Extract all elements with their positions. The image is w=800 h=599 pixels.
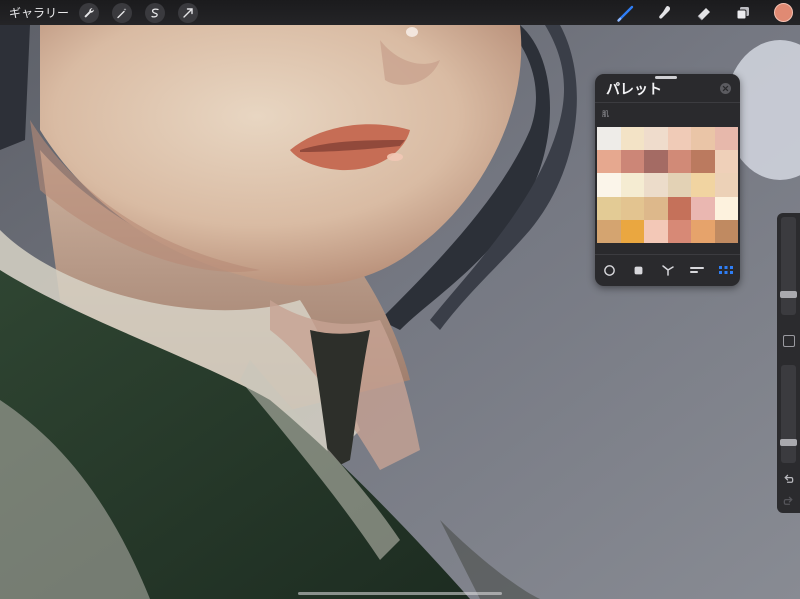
gallery-button[interactable]: ギャラリー — [9, 4, 69, 21]
undo-button[interactable] — [782, 473, 795, 486]
color-button[interactable] — [774, 3, 793, 22]
color-swatch[interactable] — [691, 196, 715, 220]
color-swatch[interactable] — [644, 127, 668, 151]
redo-button[interactable] — [782, 495, 795, 508]
color-swatch[interactable] — [597, 173, 621, 197]
close-icon — [722, 85, 729, 92]
color-swatch[interactable] — [620, 196, 644, 220]
swatch-grid — [597, 127, 738, 243]
color-swatch[interactable] — [667, 219, 691, 243]
color-swatch[interactable] — [667, 196, 691, 220]
disc-mode-tab[interactable] — [600, 260, 620, 280]
adjustments-button[interactable] — [112, 2, 133, 23]
transform-button[interactable] — [178, 2, 199, 23]
color-swatch[interactable] — [691, 150, 715, 174]
transform-arrow-icon — [183, 7, 193, 18]
layers-icon — [736, 6, 749, 19]
redo-icon — [783, 496, 793, 505]
layers-button[interactable] — [733, 3, 753, 23]
harmony-mode-icon — [661, 265, 674, 276]
color-swatch[interactable] — [714, 196, 738, 220]
color-mode-tabs — [595, 260, 740, 280]
color-swatch[interactable] — [644, 173, 668, 197]
color-swatch[interactable] — [620, 219, 644, 243]
palette-name: 肌 — [602, 110, 609, 118]
tool-group — [597, 0, 800, 25]
disc-mode-icon — [604, 264, 615, 276]
top-toolbar: ギャラリー — [0, 0, 800, 25]
selection-button[interactable] — [145, 2, 166, 23]
classic-mode-icon — [634, 266, 643, 274]
brush-opacity-thumb[interactable] — [780, 439, 797, 446]
color-swatch[interactable] — [691, 127, 715, 151]
value-mode-icon — [689, 267, 704, 273]
value-mode-tab[interactable] — [687, 260, 707, 280]
color-swatch[interactable] — [620, 150, 644, 174]
color-swatch[interactable] — [644, 196, 668, 220]
color-swatch[interactable] — [644, 150, 668, 174]
color-swatch[interactable] — [597, 127, 621, 151]
palettes-tab[interactable] — [716, 260, 736, 280]
palette-panel: パレット 肌 — [595, 74, 740, 286]
brush-icon — [617, 5, 634, 22]
paint-tool-button[interactable] — [616, 3, 636, 23]
color-swatch[interactable] — [691, 219, 715, 243]
color-swatch[interactable] — [597, 196, 621, 220]
color-swatch[interactable] — [620, 173, 644, 197]
divider — [595, 254, 740, 255]
magic-wand-icon — [117, 7, 127, 18]
color-swatch[interactable] — [691, 173, 715, 197]
home-indicator — [298, 592, 502, 595]
eraser-tool-button[interactable] — [694, 3, 714, 23]
color-swatch[interactable] — [644, 219, 668, 243]
color-swatch[interactable] — [714, 219, 738, 243]
classic-mode-tab[interactable] — [629, 260, 649, 280]
harmony-mode-tab[interactable] — [658, 260, 678, 280]
brush-size-thumb[interactable] — [780, 291, 797, 298]
brush-size-slider[interactable] — [780, 217, 797, 315]
undo-icon — [784, 474, 794, 483]
color-swatch[interactable] — [597, 150, 621, 174]
smudge-tool-button[interactable] — [655, 3, 675, 23]
modify-button[interactable] — [783, 335, 795, 347]
selection-icon — [151, 8, 159, 18]
side-toolbar — [777, 213, 800, 513]
color-swatch[interactable] — [620, 127, 644, 151]
color-swatch[interactable] — [667, 127, 691, 151]
actions-button[interactable] — [79, 2, 100, 23]
brush-opacity-slider[interactable] — [780, 365, 797, 463]
smudge-icon — [659, 5, 671, 19]
palette-grid-icon — [718, 266, 733, 274]
wrench-icon — [84, 7, 94, 18]
color-swatch[interactable] — [667, 150, 691, 174]
color-swatch[interactable] — [714, 127, 738, 151]
eraser-icon — [697, 7, 710, 20]
close-palette-button[interactable] — [720, 83, 731, 94]
color-swatch[interactable] — [714, 173, 738, 197]
color-swatch[interactable] — [597, 219, 621, 243]
color-swatch[interactable] — [714, 150, 738, 174]
color-swatch[interactable] — [667, 173, 691, 197]
palette-title: パレット — [606, 82, 662, 98]
divider — [595, 102, 740, 103]
